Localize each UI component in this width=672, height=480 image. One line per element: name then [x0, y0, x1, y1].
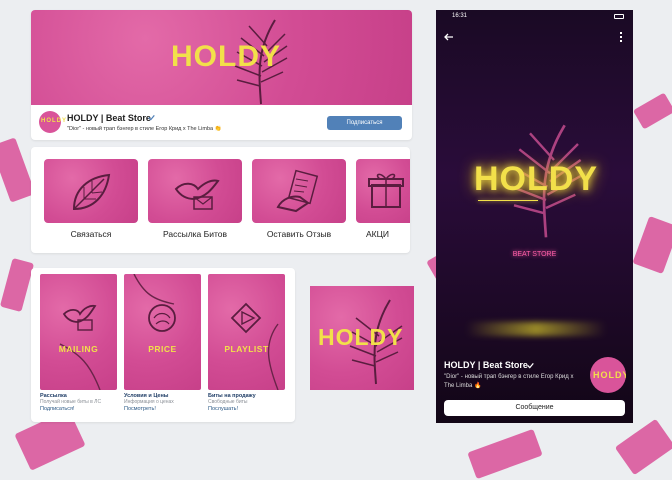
wiki-image: MAILING	[40, 274, 117, 390]
avatar-logo: HOLDY	[318, 324, 404, 350]
avatar-logo: HOLDY	[593, 370, 626, 380]
brush-stroke	[467, 428, 543, 480]
dove-mail-icon	[174, 179, 220, 210]
menu-label: Связаться	[70, 229, 112, 239]
wiki-word: MAILING	[58, 344, 99, 354]
status-time: 16:31	[452, 13, 468, 19]
back-arrow-icon[interactable]	[444, 32, 454, 42]
hand-writing-icon	[276, 169, 319, 213]
cover-logo: HOLDY	[171, 40, 281, 73]
menu-tile-review[interactable]	[252, 159, 346, 223]
brush-stroke	[632, 92, 672, 130]
mobile-avatar: HOLDY	[590, 357, 626, 393]
play-diamond-icon	[230, 302, 279, 390]
mobile-screen: 16:31 HOLDY BEAT STORE HOLDY | Beat Stor…	[436, 10, 633, 423]
wiki-card-price[interactable]: PRICE Условия и Цены Информация о ценах …	[124, 274, 201, 412]
gift-icon	[368, 173, 404, 208]
wiki-cards-panel: MAILING Рассылка Получай новые биты в ЛС…	[31, 268, 295, 422]
menu-card: Связаться Рассылка Битов Оставить Отзыв …	[31, 147, 410, 253]
wiki-card-playlist[interactable]: PLAYLIST Биты на продажу Свободные биты …	[208, 274, 285, 412]
brush-stroke	[632, 216, 672, 274]
wiki-link[interactable]: Послушать!	[208, 406, 285, 412]
avatar-preview: HOLDY	[310, 286, 414, 390]
cabbage-icon	[133, 274, 176, 332]
neon-reflection	[466, 322, 606, 336]
menu-tile-mailing[interactable]	[148, 159, 242, 223]
verified-icon	[148, 114, 155, 121]
brush-stroke	[0, 258, 35, 312]
wiki-subtitle: Свободные биты	[208, 399, 248, 405]
leaf-icon	[72, 173, 111, 211]
group-avatar: HOLDY	[39, 111, 66, 133]
wiki-subtitle: Информация о ценах	[124, 399, 174, 405]
wiki-card-mailing[interactable]: MAILING Рассылка Получай новые биты в ЛС…	[40, 274, 117, 412]
verified-icon	[527, 362, 534, 369]
wiki-image: PLAYLIST	[208, 274, 285, 390]
wiki-subtitle: Получай новые биты в ЛС	[40, 399, 102, 405]
mobile-logo: HOLDY	[474, 160, 598, 198]
mobile-group-name[interactable]: HOLDY | Beat Store	[444, 360, 528, 370]
group-name[interactable]: HOLDY | Beat Store	[67, 113, 151, 123]
battery-icon	[614, 14, 624, 19]
brush-stroke	[614, 418, 672, 476]
wiki-word: PLAYLIST	[224, 344, 269, 354]
more-icon[interactable]	[620, 32, 622, 42]
menu-tile-promo[interactable]	[356, 159, 410, 223]
message-button[interactable]: Сообщение	[444, 400, 625, 416]
wiki-image: PRICE	[124, 274, 201, 390]
dove-mail-icon	[59, 304, 101, 390]
wiki-link[interactable]: Посмотреть!	[124, 406, 201, 412]
menu-label: Оставить Отзыв	[266, 229, 332, 239]
group-status: "Dior" - новый трап бэнгер в стиле Егор …	[67, 126, 222, 132]
menu-label: АКЦИ	[366, 229, 390, 239]
neon-underline	[478, 200, 538, 201]
group-header-card: HOLDY HOLDY HOLDY | Beat Store "Dior" - …	[31, 10, 412, 140]
cover-image: HOLDY	[31, 10, 412, 105]
wiki-link[interactable]: Подписаться!	[40, 406, 117, 412]
menu-tile-contact[interactable]	[44, 159, 138, 223]
wiki-word: PRICE	[148, 344, 177, 354]
menu-label: Рассылка Битов	[162, 229, 228, 239]
avatar-logo: HOLDY	[41, 118, 67, 124]
subscribe-button[interactable]: Подписаться	[327, 116, 402, 130]
mobile-status: "Dior" - новый трап бэнгер в стиле Егор …	[444, 374, 574, 389]
mobile-subtitle: BEAT STORE	[512, 251, 557, 258]
